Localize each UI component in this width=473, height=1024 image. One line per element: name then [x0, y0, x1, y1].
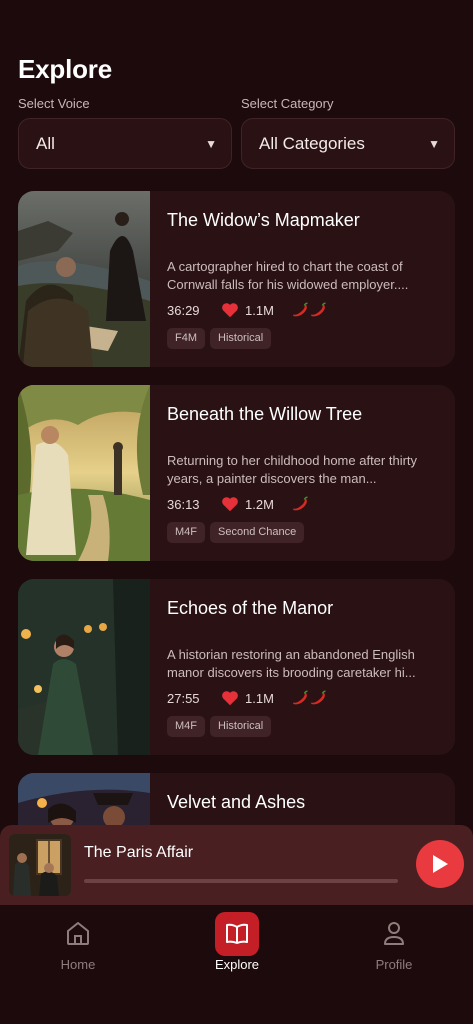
story-tags: M4F Historical	[167, 716, 272, 737]
chili-pepper-icon	[293, 302, 308, 317]
tab-label: Home	[60, 957, 96, 972]
story-duration: 36:13	[167, 496, 200, 512]
story-tags: F4M Historical	[167, 328, 272, 349]
story-description: Returning to her childhood home after th…	[167, 453, 418, 486]
voice-filter-label: Select Voice	[18, 96, 90, 111]
category-select[interactable]: All Categories ▼	[241, 118, 455, 169]
tab-explore[interactable]: Explore	[187, 905, 287, 985]
mini-player[interactable]: The Paris Affair	[0, 825, 473, 905]
dropdown-arrow-icon: ▼	[205, 137, 217, 151]
tab-label: Profile	[375, 957, 413, 972]
story-likes: 1.1M	[245, 302, 274, 318]
tag-chip[interactable]: Historical	[210, 328, 272, 349]
tag-chip[interactable]: Historical	[210, 716, 272, 737]
now-playing-title: The Paris Affair	[84, 844, 194, 861]
story-meta: 27:55 1.1M	[167, 689, 327, 707]
explore-screen: Explore Select Voice Select Category All…	[0, 0, 473, 1024]
chili-pepper-icon	[311, 302, 326, 317]
voice-select[interactable]: All ▼	[18, 118, 232, 169]
story-card[interactable]: The Widow’s Mapmaker A cartographer hire…	[18, 191, 455, 367]
story-card[interactable]: Beneath the Willow Tree Returning to her…	[18, 385, 455, 561]
chili-pepper-icon	[311, 690, 326, 705]
story-title: Echoes of the Manor	[167, 598, 334, 618]
story-title: Beneath the Willow Tree	[167, 404, 363, 424]
dropdown-arrow-icon: ▼	[428, 137, 440, 151]
story-cover-image	[18, 191, 150, 367]
heart-icon	[222, 497, 238, 512]
tag-chip[interactable]: M4F	[167, 716, 205, 737]
heart-icon	[222, 303, 238, 318]
story-meta: 36:29 1.1M	[167, 301, 327, 319]
page-title: Explore	[18, 54, 112, 84]
bottom-tab-bar: Home Explore Profile	[0, 905, 473, 1024]
story-title: The Widow’s Mapmaker	[167, 210, 360, 230]
story-tags: M4F Second Chance	[167, 522, 305, 543]
story-description: A cartographer hired to chart the coast …	[167, 259, 409, 292]
tag-chip[interactable]: Second Chance	[210, 522, 305, 543]
heart-icon	[222, 691, 238, 706]
story-likes: 1.2M	[245, 496, 274, 512]
play-icon	[433, 855, 448, 873]
chili-pepper-icon	[293, 496, 308, 511]
now-playing-cover	[9, 834, 71, 896]
story-description: A historian restoring an abandoned Engli…	[167, 647, 416, 680]
category-select-value: All Categories	[259, 133, 365, 153]
story-card[interactable]: Echoes of the Manor A historian restorin…	[18, 579, 455, 755]
spice-level	[291, 302, 327, 318]
tab-label: Explore	[214, 957, 260, 972]
spice-level	[291, 690, 327, 706]
person-icon	[384, 922, 404, 945]
story-cover-image	[18, 579, 150, 755]
story-cover-image	[18, 385, 150, 561]
category-filter-label: Select Category	[241, 96, 334, 111]
story-duration: 27:55	[167, 690, 200, 706]
home-icon	[67, 922, 89, 945]
tag-chip[interactable]: M4F	[167, 522, 205, 543]
voice-select-value: All	[36, 133, 55, 153]
tab-explore-highlight	[215, 912, 259, 956]
tab-profile[interactable]: Profile	[344, 905, 444, 985]
book-icon	[226, 923, 248, 944]
story-title: Velvet and Ashes	[167, 792, 306, 812]
play-button[interactable]	[416, 840, 464, 888]
tag-chip[interactable]: F4M	[167, 328, 205, 349]
story-meta: 36:13 1.2M	[167, 495, 309, 513]
chili-pepper-icon	[293, 690, 308, 705]
story-likes: 1.1M	[245, 690, 274, 706]
spice-level	[291, 496, 309, 512]
tab-home[interactable]: Home	[28, 905, 128, 985]
story-duration: 36:29	[167, 302, 200, 318]
playback-progress-bar[interactable]	[84, 879, 398, 883]
